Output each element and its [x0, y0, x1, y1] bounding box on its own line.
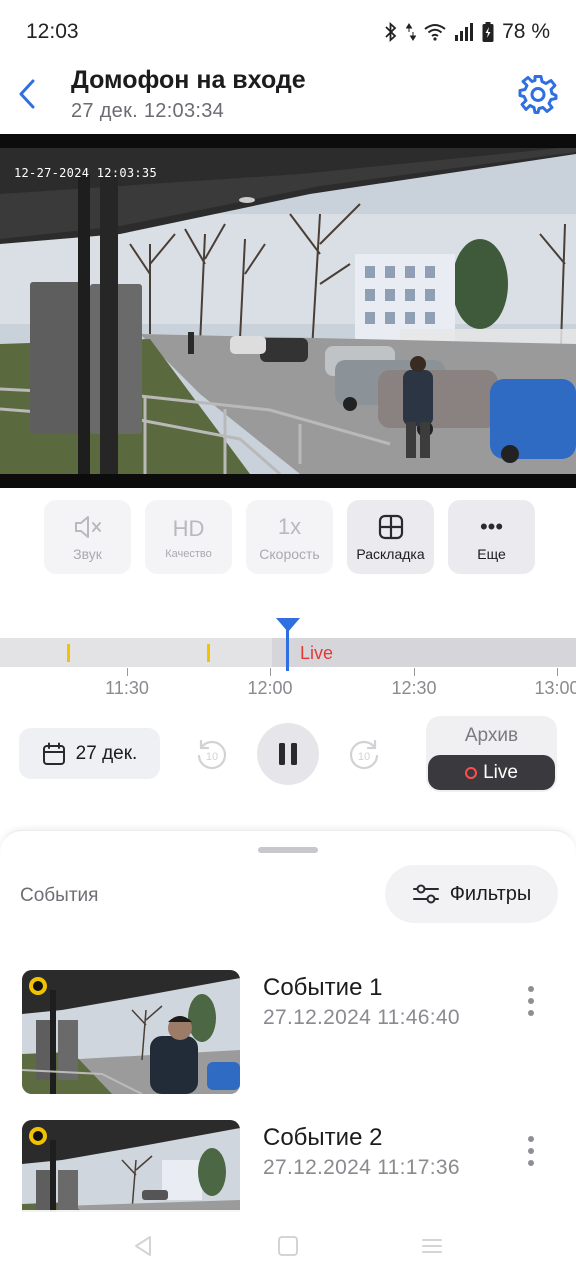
event-more-button[interactable] — [518, 986, 544, 1016]
skip-forward-text: 10 — [358, 751, 370, 763]
kebab-dot — [528, 1160, 534, 1166]
event-thumbnail-scene — [22, 1120, 240, 1212]
rewind-10-icon: 10 — [197, 739, 227, 770]
camera-video[interactable]: 12-27-2024 12:03:35 — [0, 134, 576, 488]
player-controls: Звук HD Качество 1x Скорость Раскладка •… — [44, 500, 535, 574]
battery-percent: 78 % — [502, 20, 550, 43]
speed-button[interactable]: 1x Скорость — [246, 500, 333, 574]
timeline-tick-label: 11:30 — [105, 678, 149, 698]
mode-archive-button[interactable]: Архив — [426, 725, 557, 747]
mode-switch: Архив Live — [426, 716, 557, 792]
header: Домофон на входе 27 дек. 12:03:34 — [0, 64, 576, 134]
timeline-cursor-handle[interactable] — [276, 618, 300, 632]
pause-icon — [279, 743, 297, 765]
date-label: 27 дек. — [75, 742, 138, 764]
kebab-dot — [528, 1010, 534, 1016]
video-osd-timestamp: 12-27-2024 12:03:35 — [14, 166, 157, 180]
quality-button[interactable]: HD Качество — [145, 500, 232, 574]
sheet-drag-handle[interactable] — [258, 847, 318, 853]
wifi-icon — [424, 23, 446, 41]
event-time: 27.12.2024 11:46:40 — [263, 1006, 460, 1029]
back-button[interactable] — [10, 72, 44, 116]
timeline-tick-label: 12:30 — [391, 678, 437, 698]
forward-10-icon: 10 — [349, 739, 379, 770]
timeline-tick-label: 12:00 — [247, 678, 293, 698]
event-item[interactable]: Событие 1 27.12.2024 11:46:40 — [0, 970, 576, 1098]
settings-button[interactable] — [516, 72, 560, 116]
sound-button[interactable]: Звук — [44, 500, 131, 574]
timeline-live-label: Live — [300, 643, 334, 663]
mode-live-label: Live — [483, 761, 518, 783]
timeline[interactable]: Live 11:30 12:00 12:30 13:00 — [0, 618, 576, 708]
timeline-event-marker[interactable] — [207, 644, 210, 662]
event-thumbnail[interactable] — [22, 970, 240, 1094]
layout-button[interactable]: Раскладка — [347, 500, 434, 574]
timeline-tick — [414, 668, 415, 676]
timeline-tick-label: 13:00 — [534, 678, 576, 698]
timeline-event-marker[interactable] — [67, 644, 70, 662]
back-chevron-icon — [19, 79, 35, 109]
kebab-dot — [528, 998, 534, 1004]
status-time: 12:03 — [26, 20, 79, 43]
timeline-tick — [557, 668, 558, 676]
quality-label: Качество — [165, 547, 212, 560]
battery-icon — [482, 22, 494, 42]
event-type-badge-icon — [29, 1127, 47, 1145]
kebab-dot — [528, 986, 534, 992]
page-title: Домофон на входе — [71, 66, 306, 94]
event-type-badge-icon — [29, 977, 47, 995]
skip-back-text: 10 — [206, 751, 218, 763]
gear-icon — [518, 75, 558, 114]
event-title: Событие 2 — [263, 1124, 383, 1151]
kebab-dot — [528, 1148, 534, 1154]
camera-scene — [0, 134, 576, 488]
nav-recents-button[interactable] — [420, 1234, 444, 1258]
signal-icon — [454, 23, 474, 41]
sliders-icon — [412, 884, 439, 904]
status-bar: 12:03 78 % — [0, 0, 576, 64]
nav-home-icon — [278, 1236, 298, 1256]
status-icons: 78 % — [384, 20, 550, 44]
skip-back-button[interactable]: 10 — [193, 736, 229, 772]
skip-forward-button[interactable]: 10 — [347, 736, 383, 772]
live-dot-icon — [465, 766, 478, 779]
event-thumbnail-scene — [22, 970, 240, 1094]
more-label: Еще — [477, 545, 506, 562]
events-title: События — [20, 885, 99, 906]
pause-button[interactable] — [257, 723, 319, 785]
layout-grid-icon — [378, 513, 404, 541]
event-time: 27.12.2024 11:17:36 — [263, 1156, 460, 1179]
event-title: Событие 1 — [263, 974, 383, 1001]
sound-label: Звук — [73, 545, 102, 562]
timeline-tick — [127, 668, 128, 676]
layout-label: Раскладка — [356, 545, 425, 562]
nav-home-button[interactable] — [276, 1234, 300, 1258]
system-nav-bar — [0, 1210, 576, 1280]
more-button[interactable]: ••• Еще — [448, 500, 535, 574]
filters-label: Фильтры — [449, 882, 532, 905]
kebab-dot — [528, 1136, 534, 1142]
event-more-button[interactable] — [518, 1136, 544, 1166]
bluetooth-icon — [384, 22, 398, 42]
speaker-muted-icon — [73, 513, 103, 541]
event-thumbnail[interactable] — [22, 1120, 240, 1212]
nav-recents-icon — [422, 1239, 442, 1253]
speed-icon: 1x — [277, 513, 302, 539]
filters-button[interactable]: Фильтры — [385, 865, 558, 923]
more-dots-icon: ••• — [479, 513, 504, 539]
nav-back-button[interactable] — [131, 1234, 155, 1258]
date-picker-button[interactable]: 27 дек. — [19, 728, 160, 779]
hd-icon: HD — [172, 515, 205, 541]
timeline-tick — [270, 668, 271, 676]
speed-label: Скорость — [259, 545, 320, 562]
page-subtitle: 27 дек. 12:03:34 — [71, 100, 225, 122]
data-arrows-icon — [406, 22, 417, 42]
nav-back-icon — [135, 1236, 151, 1256]
calendar-icon — [42, 742, 65, 765]
mode-live-button[interactable]: Live — [428, 755, 555, 790]
